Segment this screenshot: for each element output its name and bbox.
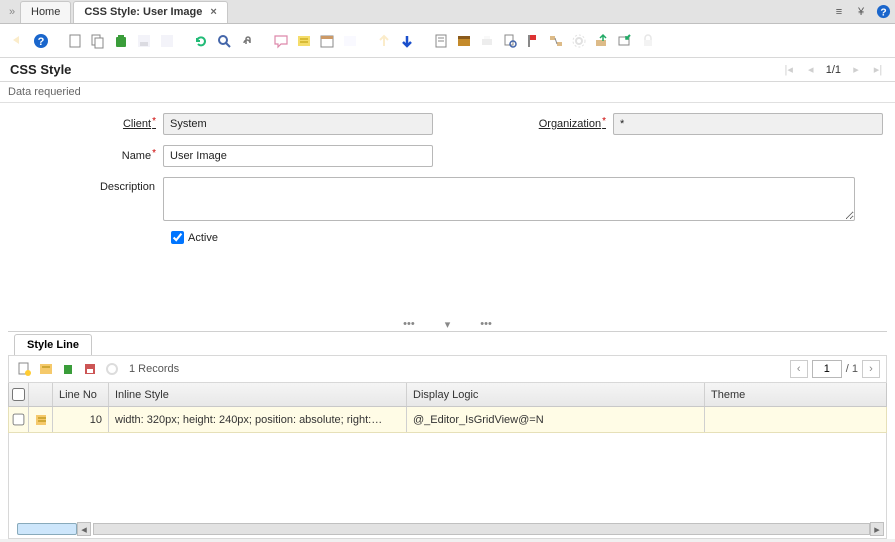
next-record-icon[interactable]: ▸ bbox=[849, 63, 863, 77]
organization-label[interactable]: Organization* bbox=[503, 118, 613, 130]
client-field[interactable] bbox=[163, 113, 433, 135]
grid-prev-page-icon[interactable]: ‹ bbox=[790, 360, 808, 378]
records-count: 1 Records bbox=[129, 363, 179, 375]
report-icon[interactable] bbox=[431, 31, 451, 51]
grid-new-icon[interactable] bbox=[15, 360, 33, 378]
name-field[interactable] bbox=[163, 145, 433, 167]
printpreview-icon[interactable] bbox=[500, 31, 520, 51]
undo-icon[interactable] bbox=[8, 31, 28, 51]
grid-next-page-icon[interactable]: › bbox=[862, 360, 880, 378]
parent-icon[interactable] bbox=[374, 31, 394, 51]
tab-home-label: Home bbox=[31, 6, 60, 18]
svg-text:?: ? bbox=[880, 7, 886, 18]
request-icon[interactable] bbox=[340, 31, 360, 51]
cell-dlogic: @_Editor_IsGridView@=N bbox=[407, 407, 705, 432]
flag-icon[interactable] bbox=[523, 31, 543, 51]
close-icon[interactable]: × bbox=[210, 6, 216, 18]
save-icon[interactable] bbox=[134, 31, 154, 51]
export-icon[interactable] bbox=[592, 31, 612, 51]
note-icon[interactable] bbox=[294, 31, 314, 51]
split-dots-right: ••• bbox=[480, 318, 492, 330]
workflow-icon[interactable] bbox=[546, 31, 566, 51]
grid-page-input[interactable] bbox=[812, 360, 842, 378]
description-field[interactable] bbox=[163, 177, 855, 221]
prev-record-icon[interactable]: ◂ bbox=[804, 63, 818, 77]
menu-icon[interactable]: ≡ bbox=[831, 4, 847, 20]
grid-save-icon[interactable] bbox=[81, 360, 99, 378]
delete-icon[interactable] bbox=[111, 31, 131, 51]
tab-active-label: CSS Style: User Image bbox=[84, 6, 202, 18]
help-toolbar-icon[interactable]: ? bbox=[31, 31, 51, 51]
col-header-lineno[interactable]: Line No bbox=[53, 383, 109, 406]
page-indicator: 1/1 bbox=[826, 64, 841, 76]
description-label: Description bbox=[8, 177, 163, 193]
first-record-icon[interactable]: |◂ bbox=[782, 63, 796, 77]
tab-home[interactable]: Home bbox=[20, 1, 71, 23]
tab-style-line[interactable]: Style Line bbox=[14, 334, 92, 355]
col-header-theme[interactable]: Theme bbox=[705, 383, 886, 406]
search-icon[interactable] bbox=[214, 31, 234, 51]
grid-row-edit-icon[interactable] bbox=[29, 407, 53, 432]
calendar-icon[interactable] bbox=[317, 31, 337, 51]
svg-text:?: ? bbox=[38, 36, 45, 48]
col-header-dlogic[interactable]: Display Logic bbox=[407, 383, 705, 406]
split-dots-left: ••• bbox=[403, 318, 415, 330]
hscroll-track[interactable] bbox=[93, 523, 870, 535]
hscroll-right-icon[interactable]: ▸ bbox=[870, 522, 884, 536]
chat-icon[interactable] bbox=[271, 31, 291, 51]
grid-select-all-checkbox[interactable] bbox=[12, 388, 25, 401]
organization-field[interactable] bbox=[613, 113, 883, 135]
grid-row-checkbox[interactable] bbox=[13, 414, 25, 426]
cell-inline: width: 320px; height: 240px; position: a… bbox=[109, 407, 407, 432]
table-row[interactable]: 10 width: 320px; height: 240px; position… bbox=[8, 407, 887, 433]
print-icon[interactable] bbox=[477, 31, 497, 51]
expand-icon[interactable]: » bbox=[4, 6, 20, 18]
cell-theme bbox=[705, 407, 886, 432]
new-icon[interactable] bbox=[65, 31, 85, 51]
archive-icon[interactable] bbox=[454, 31, 474, 51]
last-record-icon[interactable]: ▸| bbox=[871, 63, 885, 77]
collapse-icon[interactable]: ¥ bbox=[853, 4, 869, 20]
import-icon[interactable] bbox=[615, 31, 635, 51]
col-header-inline[interactable]: Inline Style bbox=[109, 383, 407, 406]
gear-icon[interactable] bbox=[569, 31, 589, 51]
detail-icon[interactable] bbox=[397, 31, 417, 51]
tab-active[interactable]: CSS Style: User Image × bbox=[73, 1, 227, 23]
cell-lineno: 10 bbox=[53, 407, 109, 432]
grid-delete-icon[interactable] bbox=[59, 360, 77, 378]
refresh-icon[interactable] bbox=[191, 31, 211, 51]
attachment-icon[interactable] bbox=[237, 31, 257, 51]
client-label[interactable]: Client* bbox=[8, 118, 163, 130]
split-chevron-icon[interactable]: ▾ bbox=[445, 318, 451, 331]
copy-icon[interactable] bbox=[88, 31, 108, 51]
active-label: Active bbox=[188, 232, 218, 244]
hscroll-left-icon[interactable]: ◂ bbox=[77, 522, 91, 536]
hscroll-thumb[interactable] bbox=[17, 523, 77, 535]
grid-page-total: / 1 bbox=[846, 363, 858, 375]
help-icon[interactable]: ? bbox=[875, 4, 891, 20]
status-bar: Data requeried bbox=[0, 82, 895, 103]
page-title: CSS Style bbox=[10, 62, 71, 77]
lock-icon[interactable] bbox=[638, 31, 658, 51]
grid-refresh-icon[interactable] bbox=[103, 360, 121, 378]
name-label: Name* bbox=[8, 150, 163, 162]
grid-edit-icon[interactable] bbox=[37, 360, 55, 378]
saveclose-icon[interactable] bbox=[157, 31, 177, 51]
active-checkbox[interactable] bbox=[171, 231, 184, 244]
